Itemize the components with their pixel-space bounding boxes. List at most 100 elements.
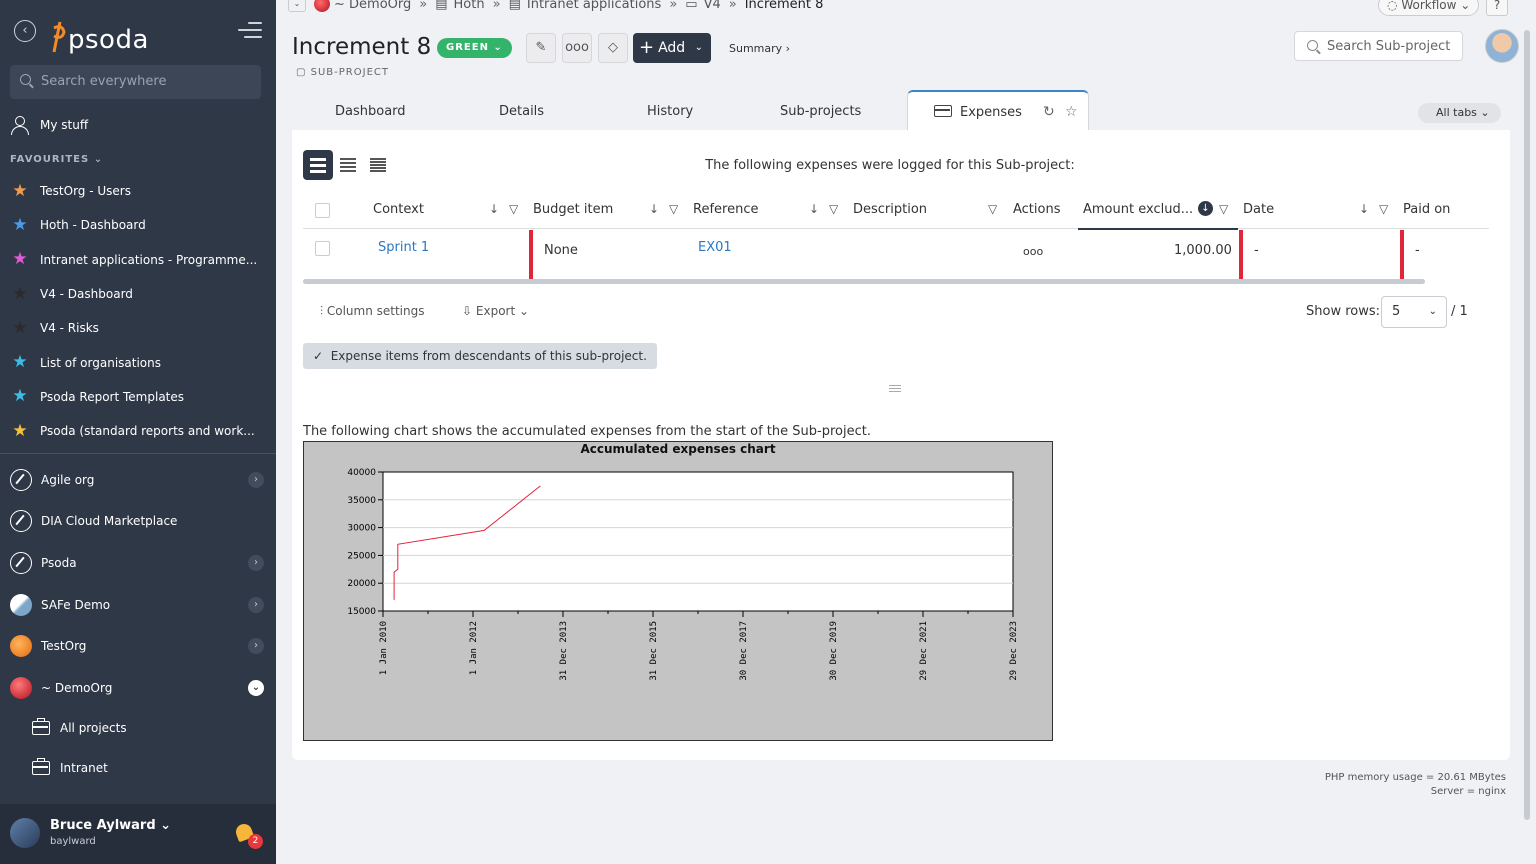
logo[interactable]: psoda [50, 14, 149, 55]
breadcrumb-item[interactable]: ~ DemoOrg [334, 0, 411, 12]
org-item-demoorg[interactable]: ~ DemoOrg ⌄ [0, 667, 276, 709]
show-rows-select[interactable]: 5 ⌄ [1381, 296, 1447, 328]
x-tick-label: 29 Dec 2023 [1009, 621, 1019, 681]
chevron-right-icon[interactable]: › [248, 638, 264, 655]
sub-item-intranet[interactable]: Intranet [32, 748, 262, 788]
favourite-item[interactable]: ★ Psoda Report Templates [10, 380, 268, 414]
refresh-icon[interactable]: ↻ [1043, 104, 1055, 120]
sort-active-icon[interactable]: ↓ [1198, 201, 1213, 216]
breadcrumb-dropdown-icon[interactable]: ⌄ [288, 0, 306, 12]
sort-icon[interactable]: ↓ [489, 202, 499, 216]
favourite-item[interactable]: ★ Hoth - Dashboard [10, 208, 268, 242]
row-context-link[interactable]: Sprint 1 [378, 240, 429, 255]
favourite-label: Intranet applications - Programme... [40, 252, 258, 267]
export-button[interactable]: ⇩ Export ⌄ [462, 304, 529, 318]
sidebar-search-input[interactable]: Search everywhere [10, 65, 261, 99]
favourite-item[interactable]: ★ TestOrg - Users [10, 174, 268, 208]
horizontal-scrollbar[interactable] [303, 279, 1425, 284]
add-button[interactable]: + Add ⌄ [633, 33, 711, 63]
y-tick-label: 30000 [347, 524, 376, 534]
descendants-toggle[interactable]: ✓ Expense items from descendants of this… [303, 343, 657, 369]
collapse-menu-icon[interactable] [238, 22, 262, 40]
breadcrumb-separator-icon: » [419, 0, 428, 12]
breadcrumb-item[interactable]: Intranet applications [527, 0, 661, 12]
select-all-checkbox[interactable] [315, 203, 330, 218]
org-label: TestOrg [41, 639, 87, 654]
row-actions-icon[interactable]: ooo [1023, 245, 1043, 258]
column-header-description[interactable]: Description [853, 202, 927, 217]
org-item-dia-cloud[interactable]: DIA Cloud Marketplace [0, 501, 276, 543]
filter-icon[interactable]: ▽ [1379, 202, 1388, 216]
summary-link[interactable]: Summary › [729, 42, 790, 55]
breadcrumb-item[interactable]: V4 [704, 0, 721, 12]
y-tick-label: 25000 [347, 551, 376, 561]
row-reference-link[interactable]: EX01 [698, 240, 732, 255]
column-header-budget-item[interactable]: Budget item [533, 202, 613, 217]
sort-icon[interactable]: ↓ [809, 202, 819, 216]
favourite-item[interactable]: ★ V4 - Risks [10, 311, 268, 345]
column-header-context[interactable]: Context [373, 202, 424, 217]
sort-icon[interactable]: ↓ [649, 202, 659, 216]
organisation-list: Agile org › DIA Cloud Marketplace Psoda › … [0, 459, 276, 709]
column-header-paid-on[interactable]: Paid on [1403, 202, 1450, 217]
favourite-star-icon[interactable]: ☆ [1065, 104, 1078, 120]
org-item-testorg[interactable]: TestOrg › [0, 625, 276, 667]
search-icon [1307, 40, 1318, 51]
tab-details[interactable]: Details [499, 104, 544, 119]
favourite-label: TestOrg - Users [40, 184, 131, 199]
column-header-date[interactable]: Date [1243, 202, 1274, 217]
row-checkbox[interactable] [315, 241, 330, 256]
favourite-item[interactable]: ★ V4 - Dashboard [10, 277, 268, 311]
filter-icon[interactable]: ▽ [669, 202, 678, 216]
credit-card-icon [934, 105, 952, 117]
chevron-right-icon[interactable]: › [248, 596, 264, 613]
sort-icon[interactable]: ↓ [1359, 202, 1369, 216]
sub-item-all-projects[interactable]: All projects [32, 708, 262, 748]
column-header-reference[interactable]: Reference [693, 202, 758, 217]
all-tabs-button[interactable]: All tabs ⌄ [1418, 103, 1501, 123]
column-header-amount[interactable]: Amount exclud... [1083, 202, 1193, 217]
org-item-psoda[interactable]: Psoda › [0, 542, 276, 584]
breadcrumb-separator-icon: » [669, 0, 678, 12]
favourites-header[interactable]: FAVOURITES ⌄ [10, 154, 103, 165]
chevron-right-icon[interactable]: › [248, 471, 264, 488]
more-button[interactable]: ooo [562, 33, 592, 63]
status-badge[interactable]: GREEN ⌄ [437, 38, 512, 58]
user-avatar[interactable] [1485, 29, 1519, 63]
column-settings-button[interactable]: ⫶ Column settings [320, 304, 424, 319]
resize-handle-icon[interactable] [889, 385, 901, 393]
org-item-safe-demo[interactable]: SAFe Demo › [0, 584, 276, 626]
favourite-item[interactable]: ★ List of organisations [10, 345, 268, 379]
safe-demo-logo-icon [10, 593, 32, 616]
page-scrollbar[interactable] [1524, 30, 1530, 820]
edit-button[interactable]: ✎ [526, 33, 556, 63]
user-panel[interactable]: Bruce Aylward ⌄ baylward 2 [0, 804, 276, 864]
chevron-right-icon[interactable]: › [248, 554, 264, 571]
favourite-item[interactable]: ★ Psoda (standard reports and work... [10, 414, 268, 448]
favourites-header-label: FAVOURITES [10, 154, 90, 165]
x-tick-label: 30 Dec 2019 [829, 621, 839, 681]
breadcrumb: ⌄ ~ DemoOrg » ▤ Hoth » ▤ Intranet applicatio… [288, 0, 829, 12]
favourite-item[interactable]: ★ Intranet applications - Programme... [10, 243, 268, 277]
breadcrumb-item[interactable]: Hoth [454, 0, 485, 12]
tab-sub-projects[interactable]: Sub-projects [780, 104, 861, 119]
table-header: Context ↓ ▽ Budget item ↓ ▽ Reference ↓ ▽ D… [303, 194, 1489, 230]
chevron-down-icon[interactable]: ⌄ [248, 679, 264, 696]
star-icon: ★ [12, 420, 28, 441]
org-item-agile-org[interactable]: Agile org › [0, 459, 276, 501]
my-stuff-label: My stuff [40, 118, 89, 132]
accumulated-expenses-chart: Accumulated expenses chart 15000 20000 2500… [303, 441, 1053, 741]
tag-button[interactable]: ◇ [598, 33, 628, 63]
filter-icon[interactable]: ▽ [509, 202, 518, 216]
back-icon[interactable]: ‹ [14, 20, 36, 42]
filter-icon[interactable]: ▽ [988, 202, 997, 216]
help-button[interactable]: ? [1486, 0, 1508, 16]
tab-dashboard[interactable]: Dashboard [335, 104, 406, 119]
my-stuff-link[interactable]: My stuff [10, 115, 88, 135]
workflow-button[interactable]: ◌ Workflow ⌄ [1378, 0, 1480, 16]
filter-icon[interactable]: ▽ [829, 202, 838, 216]
sub-project-search-input[interactable]: Search Sub-project ( [1294, 31, 1463, 61]
tab-expenses[interactable]: Expenses [907, 90, 1089, 131]
tab-history[interactable]: History [647, 104, 693, 119]
filter-icon[interactable]: ▽ [1219, 202, 1228, 216]
